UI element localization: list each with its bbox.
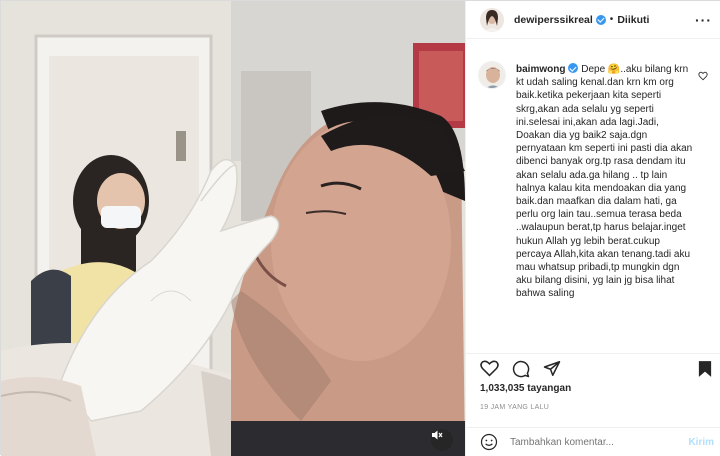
comment-like-heart-icon[interactable] (698, 71, 708, 81)
add-comment-bar: Kirim (466, 427, 720, 456)
bookmark-icon[interactable] (698, 360, 712, 378)
comment-icon[interactable] (512, 360, 530, 378)
post-video[interactable] (1, 1, 465, 456)
verified-badge-icon (595, 14, 606, 25)
send-icon[interactable] (543, 360, 561, 377)
header-username[interactable]: dewiperssikreal (514, 14, 593, 26)
comment-text-rest: ..aku bilang krn kt udah saling kenal.da… (516, 64, 693, 300)
post-dialog: dewiperssikreal • Diikuti ··· baimwong D… (0, 0, 720, 456)
separator-dot: • (609, 14, 614, 25)
comment-input[interactable] (510, 436, 680, 448)
verified-badge-icon (568, 63, 579, 73)
action-bar (466, 353, 720, 381)
emoji-icon[interactable] (480, 433, 498, 451)
speaker-muted-icon (432, 430, 443, 440)
comment-author[interactable]: baimwong (516, 64, 565, 75)
comment-avatar[interactable] (478, 61, 506, 89)
avatar[interactable] (480, 7, 504, 32)
send-comment-button[interactable]: Kirim (688, 437, 714, 448)
heart-icon[interactable] (480, 360, 499, 377)
comments-list[interactable]: baimwong Depe 🤗..aku bilang krn kt udah … (466, 57, 720, 347)
view-count[interactable]: 1,033,035 tayangan (480, 383, 571, 394)
hugging-face-emoji: 🤗 (607, 64, 621, 75)
commenter-photo (479, 62, 505, 88)
views-label: tayangan (527, 383, 572, 394)
views-number: 1,033,035 (480, 383, 525, 394)
more-horizontal-icon[interactable]: ··· (695, 12, 712, 28)
follow-status-button[interactable]: Diikuti (617, 14, 649, 26)
post-timestamp[interactable]: 19 JAM YANG LALU (480, 404, 549, 411)
video-frame-illustration (1, 1, 465, 456)
profile-photo (480, 7, 504, 32)
post-side-panel: dewiperssikreal • Diikuti ··· baimwong D… (465, 1, 720, 456)
post-header: dewiperssikreal • Diikuti ··· (466, 1, 720, 39)
comment-body: baimwong Depe 🤗..aku bilang krn kt udah … (516, 63, 696, 301)
comment-text-start: Depe (578, 64, 608, 75)
mute-button[interactable] (431, 429, 453, 451)
